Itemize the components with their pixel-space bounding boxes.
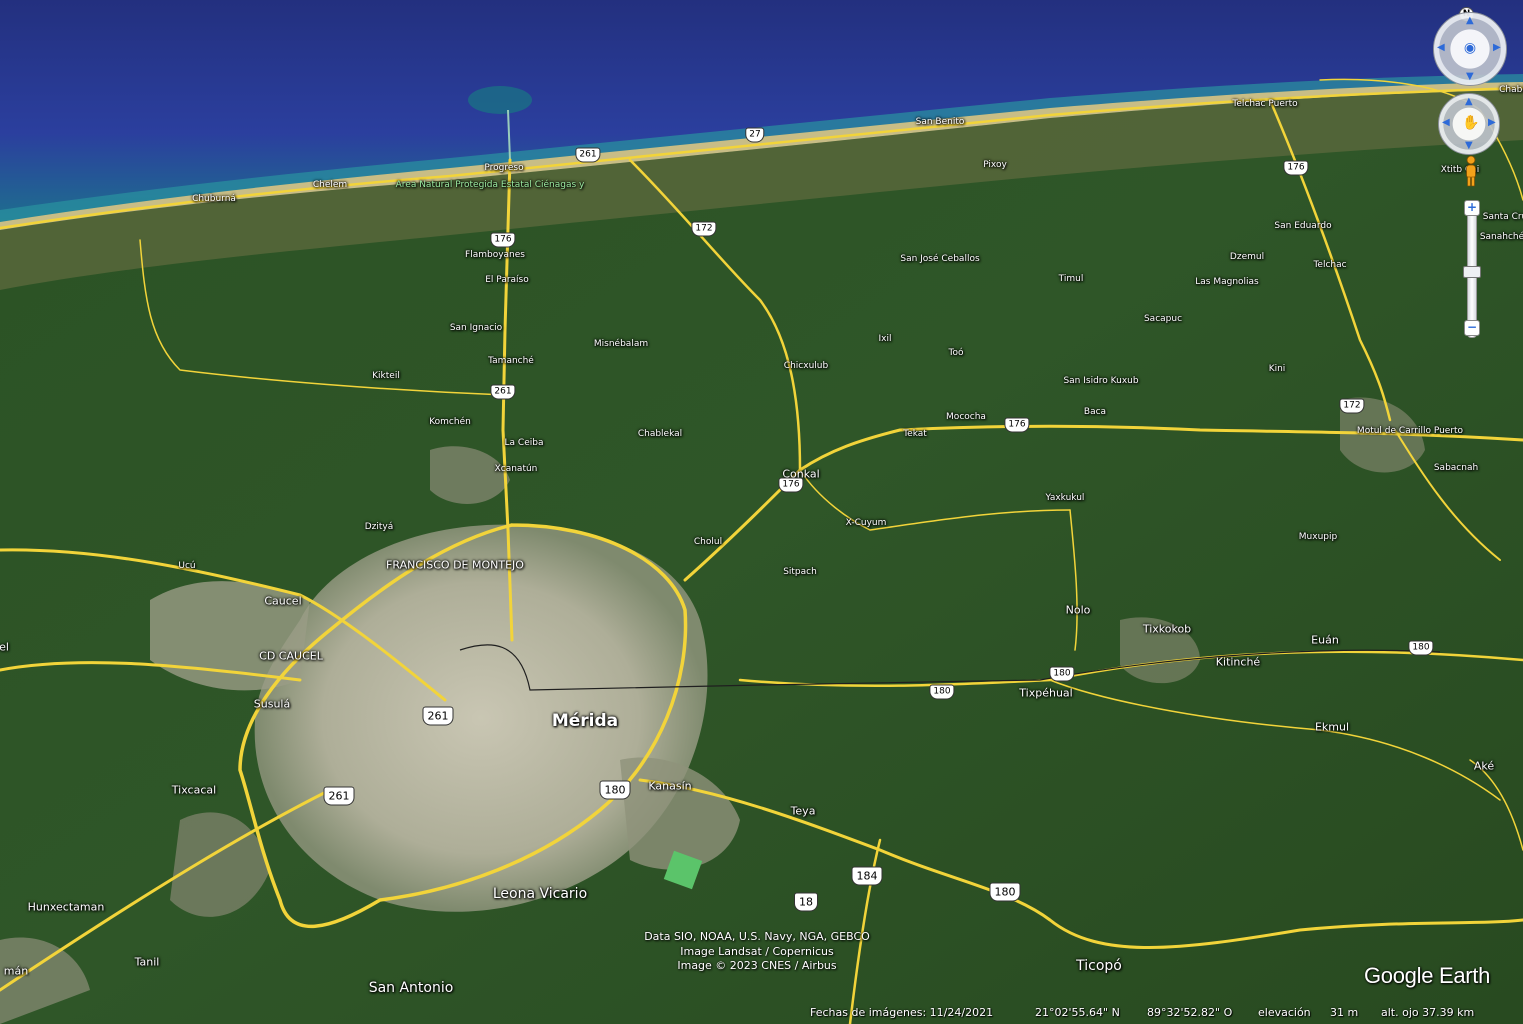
move-left-arrow-icon[interactable]: ◀ bbox=[1442, 117, 1450, 128]
zoom-slider-thumb[interactable] bbox=[1463, 266, 1481, 279]
pegman-icon[interactable] bbox=[1463, 155, 1479, 189]
look-up-arrow-icon[interactable]: ▲ bbox=[1466, 15, 1474, 26]
look-joystick[interactable]: ◉ ▲ ▼ ◀ ▶ bbox=[1433, 12, 1507, 86]
look-left-arrow-icon[interactable]: ◀ bbox=[1437, 42, 1445, 53]
elevation-label: elevación bbox=[1258, 1006, 1311, 1019]
pier-island bbox=[468, 86, 532, 114]
status-bar: Fechas de imágenes: 11/24/2021 21°02'55.… bbox=[0, 1003, 1523, 1024]
hand-icon: ✋ bbox=[1462, 115, 1480, 131]
zoom-out-button[interactable]: − bbox=[1464, 320, 1480, 336]
attribution-line: Image Landsat / Copernicus bbox=[680, 944, 834, 958]
map-viewport[interactable]: Mérida Progreso Chelem Chuburná Area Natural… bbox=[0, 0, 1523, 1024]
satellite-map[interactable] bbox=[0, 0, 1523, 1024]
imagery-date: Fechas de imágenes: 11/24/2021 bbox=[810, 1006, 994, 1019]
look-right-arrow-icon[interactable]: ▶ bbox=[1493, 42, 1501, 53]
move-down-arrow-icon[interactable]: ▼ bbox=[1465, 140, 1473, 151]
move-right-arrow-icon[interactable]: ▶ bbox=[1488, 117, 1496, 128]
eye-altitude: alt. ojo 37.39 km bbox=[1381, 1006, 1475, 1019]
navigation-controls[interactable]: N ◉ ▲ ▼ ◀ ▶ ✋ ▲ ▼ ◀ ▶ + − bbox=[1433, 0, 1523, 345]
eye-icon: ◉ bbox=[1463, 40, 1477, 56]
move-up-arrow-icon[interactable]: ▲ bbox=[1465, 96, 1473, 107]
attribution-line: Image © 2023 CNES / Airbus bbox=[677, 959, 837, 972]
elevation-value: 31 m bbox=[1330, 1006, 1359, 1019]
imagery-attribution: Data SIO, NOAA, U.S. Navy, NGA, GEBCO Im… bbox=[632, 930, 882, 974]
look-down-arrow-icon[interactable]: ▼ bbox=[1466, 71, 1474, 82]
move-joystick[interactable]: ✋ ▲ ▼ ◀ ▶ bbox=[1438, 93, 1500, 155]
latitude-readout: 21°02'55.64" N bbox=[1035, 1006, 1120, 1019]
attribution-line: Data SIO, NOAA, U.S. Navy, NGA, GEBCO bbox=[644, 930, 870, 943]
google-earth-logo: Google Earth bbox=[1364, 963, 1491, 988]
zoom-in-button[interactable]: + bbox=[1464, 200, 1480, 216]
longitude-readout: 89°32'52.82" O bbox=[1147, 1006, 1233, 1019]
